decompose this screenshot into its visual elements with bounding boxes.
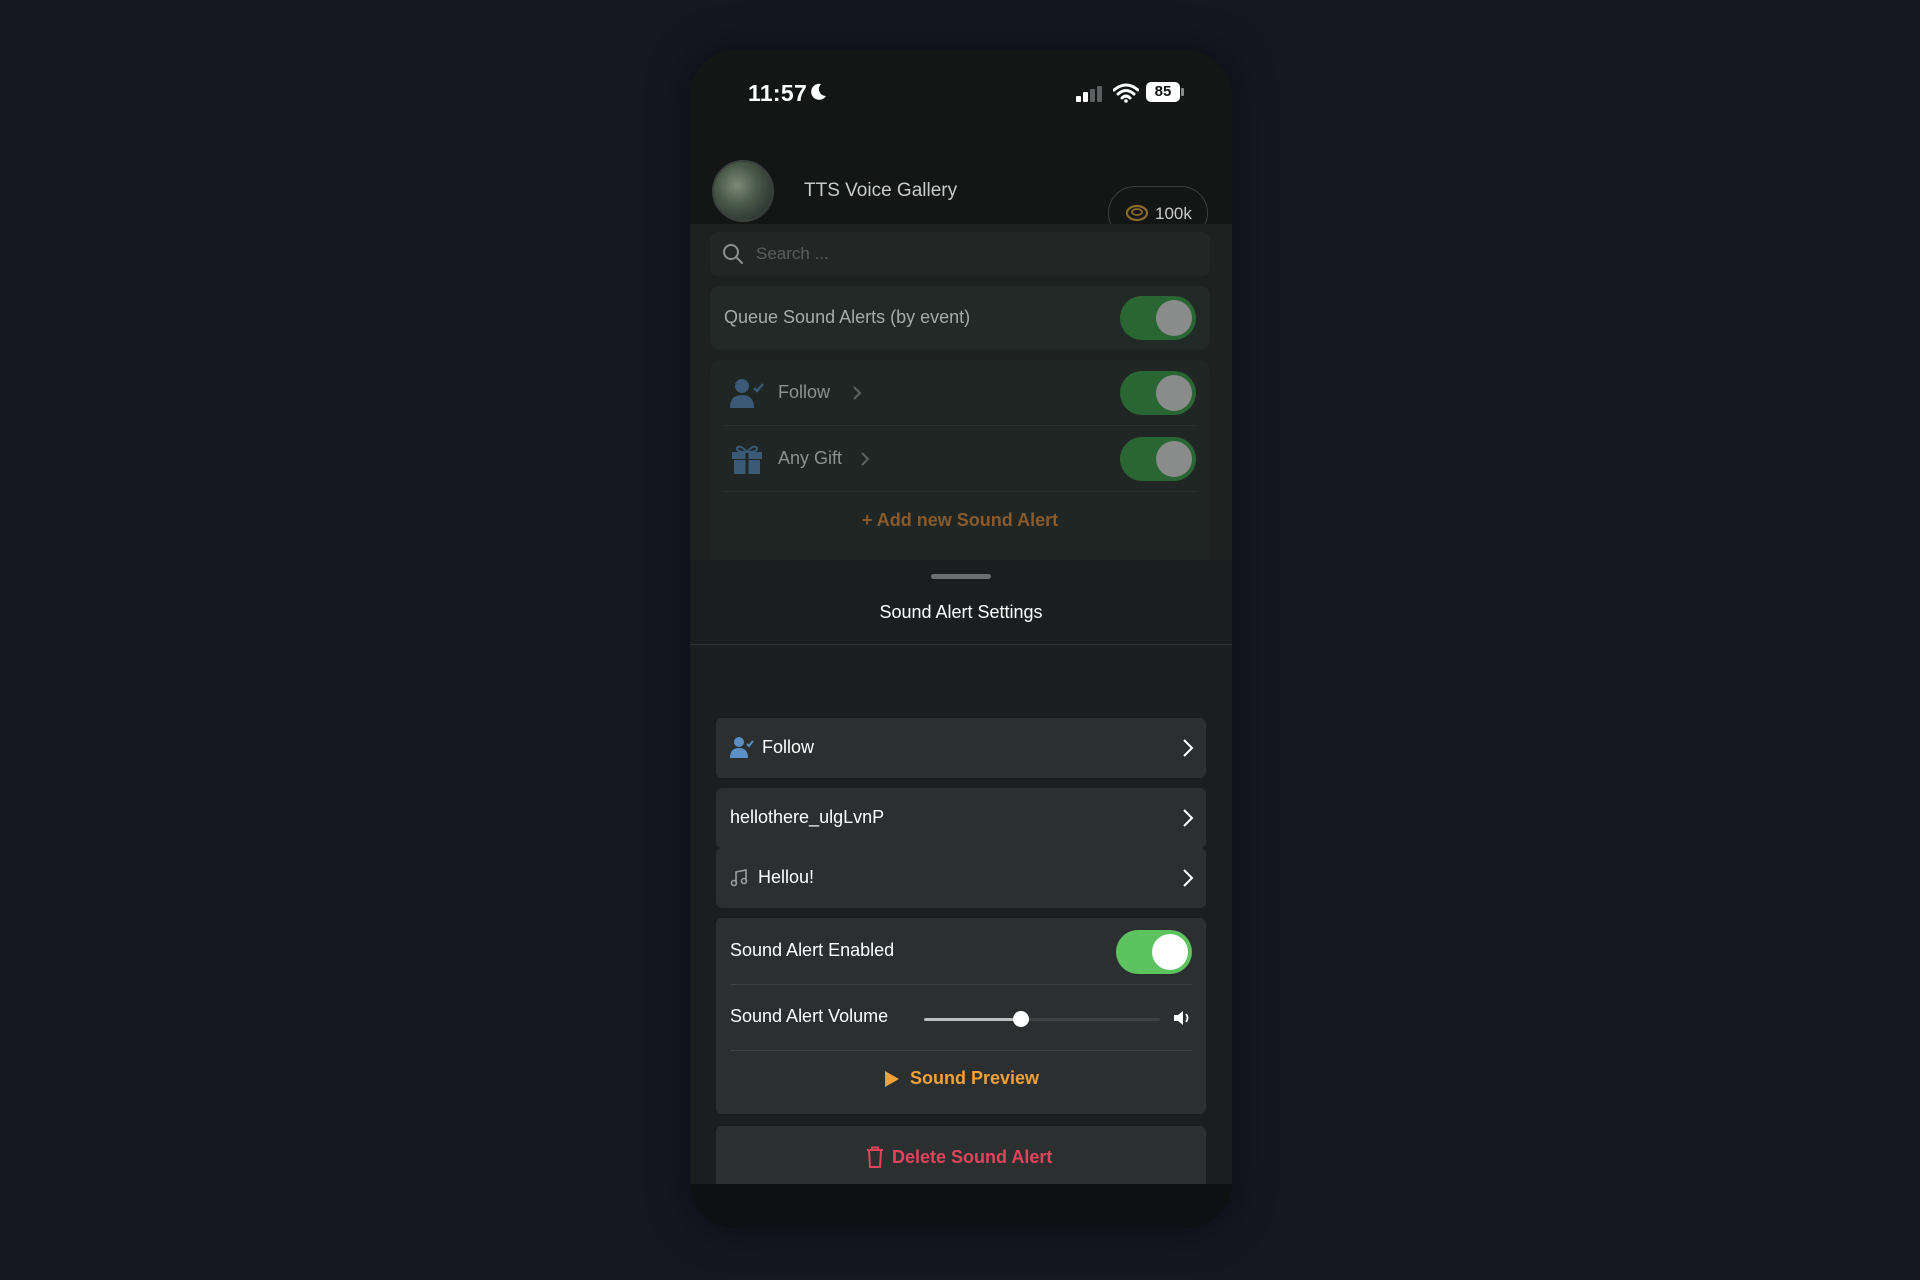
sheet-title: Sound Alert Settings	[879, 602, 1043, 622]
list-item-any-gift[interactable]: Any Gift	[710, 426, 1210, 492]
event-type-row[interactable]: Follow	[716, 718, 1206, 778]
event-label: Follow	[778, 382, 831, 402]
queue-sound-alerts-label: Queue Sound Alerts (by event)	[724, 307, 971, 327]
toggle-knob	[1152, 934, 1188, 970]
list-item-follow[interactable]: Follow	[710, 360, 1210, 426]
status-time: 11:57	[748, 80, 808, 106]
any-gift-toggle[interactable]	[1120, 437, 1196, 481]
volume-slider[interactable]	[924, 1011, 1160, 1027]
user-check-icon	[730, 379, 764, 408]
sound-preview-label: Sound Preview	[910, 1068, 1040, 1088]
voice-row[interactable]: hellothere_ulgLvnP	[716, 788, 1206, 848]
divider	[690, 644, 1232, 645]
coin-icon	[1125, 204, 1149, 222]
chevron-right-icon	[1183, 739, 1194, 757]
sound-preview-button[interactable]: Sound Preview	[716, 1062, 1206, 1102]
coin-count: 100k	[1155, 204, 1192, 223]
trash-icon	[867, 1146, 883, 1168]
voice-label: hellothere_ulgLvnP	[730, 807, 885, 827]
divider	[730, 1050, 1192, 1051]
sound-alert-enabled-label: Sound Alert Enabled	[730, 940, 895, 960]
sound-alert-settings-card: Sound Alert Enabled Sound Alert Volume S…	[716, 918, 1206, 1114]
event-type-label: Follow	[762, 737, 815, 757]
search-icon	[723, 244, 743, 264]
app-title: TTS Voice Gallery	[804, 180, 958, 201]
delete-sound-alert-label: Delete Sound Alert	[892, 1147, 1053, 1167]
toggle-knob	[1156, 375, 1192, 411]
add-new-sound-alert-button[interactable]: + Add new Sound Alert	[710, 510, 1210, 531]
toggle-knob	[1156, 300, 1192, 336]
user-check-icon	[730, 737, 754, 758]
toggle-knob	[1156, 441, 1192, 477]
search-input[interactable]: Search ...	[710, 232, 1210, 276]
music-note-icon	[730, 869, 748, 887]
sheet-drag-handle[interactable]	[931, 574, 991, 579]
search-placeholder: Search ...	[756, 244, 829, 263]
speaker-icon[interactable]	[1172, 1008, 1192, 1028]
volume-slider-fill	[924, 1018, 1021, 1021]
sound-row[interactable]: Hellou!	[716, 848, 1206, 908]
sound-alert-volume-label: Sound Alert Volume	[730, 1006, 889, 1026]
queue-sound-alerts-row: Queue Sound Alerts (by event)	[710, 286, 1210, 350]
sound-alert-events-list: Follow Any Gift + Add new Sound Alert	[710, 360, 1210, 560]
chevron-right-icon	[1183, 869, 1194, 887]
follow-toggle[interactable]	[1120, 371, 1196, 415]
battery-level: 85	[1154, 83, 1172, 100]
status-bar: 11:57 85	[690, 50, 1232, 140]
divider	[730, 984, 1192, 985]
delete-sound-alert-button[interactable]: Delete Sound Alert	[716, 1126, 1206, 1190]
phone-frame: 11:57 85 TTS Voice Gallery 100k Search .…	[690, 50, 1232, 1228]
wifi-icon	[1113, 83, 1139, 103]
sound-alert-settings-sheet: Sound Alert Settings Follow hellothere_u…	[690, 560, 1232, 1190]
sound-alert-enabled-toggle[interactable]	[1116, 930, 1192, 974]
sound-label: Hellou!	[758, 867, 815, 887]
home-indicator-area	[690, 1184, 1232, 1228]
signal-icon	[1076, 86, 1102, 102]
moon-icon	[811, 83, 826, 100]
queue-sound-alerts-toggle[interactable]	[1120, 296, 1196, 340]
avatar[interactable]	[712, 160, 774, 222]
divider	[724, 491, 1196, 492]
volume-slider-thumb[interactable]	[1012, 1011, 1029, 1027]
chevron-right-icon	[861, 452, 870, 466]
chevron-right-icon	[1183, 809, 1194, 827]
event-label: Any Gift	[778, 448, 843, 468]
play-icon	[885, 1071, 899, 1087]
gift-icon	[732, 445, 762, 474]
chevron-right-icon	[853, 386, 862, 400]
